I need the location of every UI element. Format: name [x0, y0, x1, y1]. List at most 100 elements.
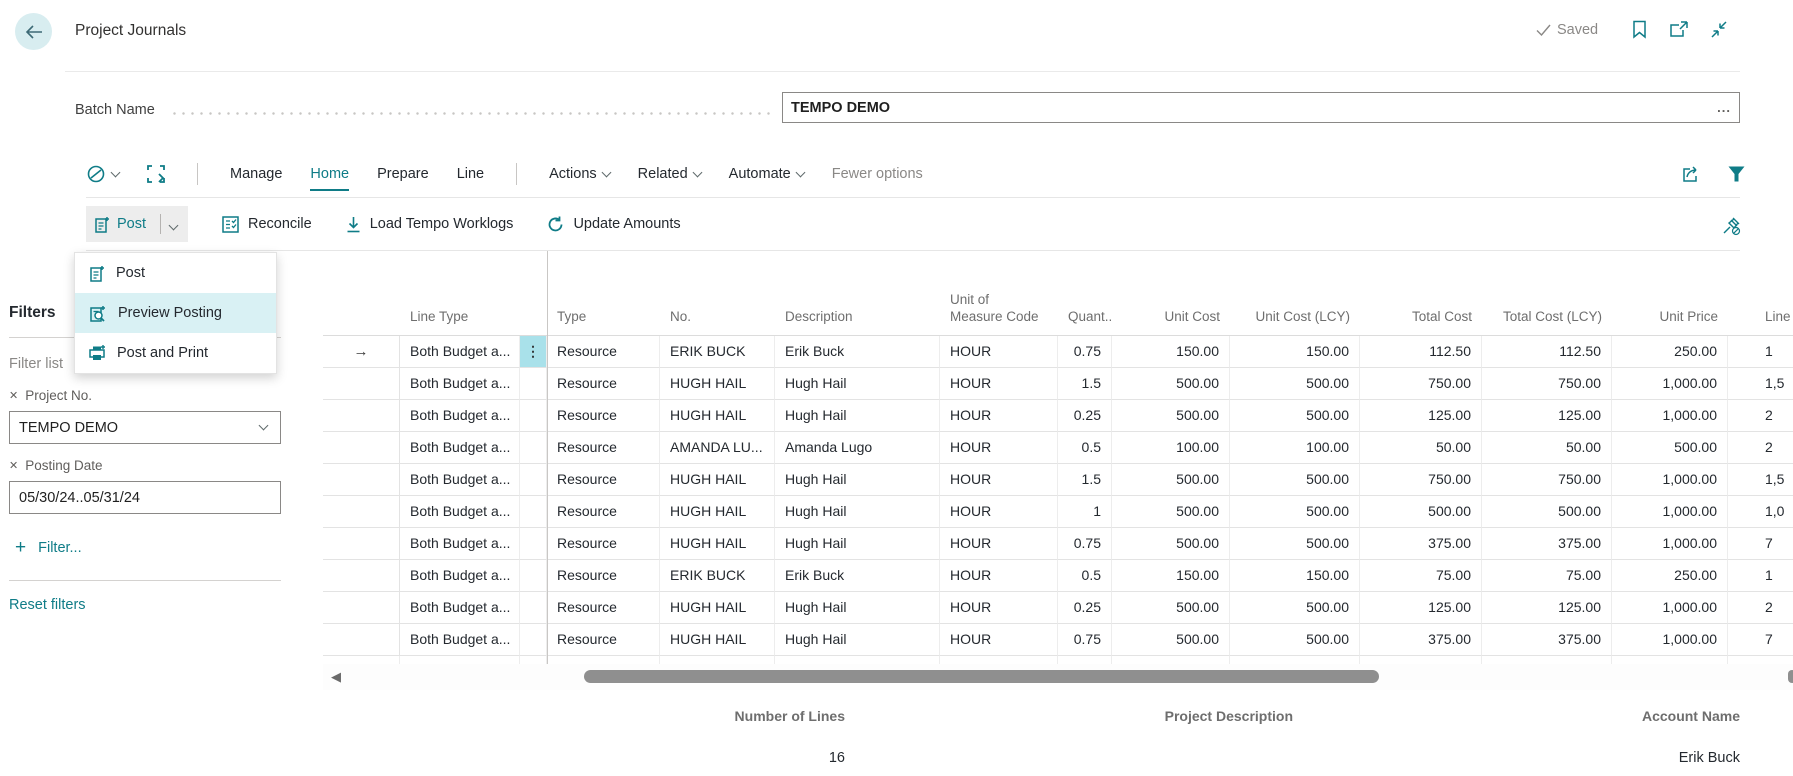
cell-total_cost[interactable]: 125.00: [1360, 400, 1482, 432]
cell-total_cost_lcy[interactable]: 750.00: [1482, 368, 1612, 400]
cell-type[interactable]: Resource: [547, 560, 660, 592]
cell-qty[interactable]: 0.75: [1058, 336, 1112, 368]
column-header-unit_cost[interactable]: Unit Cost: [1112, 251, 1230, 335]
cell-line_type[interactable]: Both Budget a...: [400, 560, 520, 592]
cell-line_amount[interactable]: 1,5: [1728, 368, 1793, 400]
cell-total_cost_lcy[interactable]: 750.00: [1482, 464, 1612, 496]
column-header-unit_cost_lcy[interactable]: Unit Cost (LCY): [1230, 251, 1360, 335]
cell-no[interactable]: HUGH HAIL: [660, 528, 775, 560]
unpin-icon[interactable]: [1722, 216, 1742, 236]
cell-qty[interactable]: 0.5: [1058, 432, 1112, 464]
menu-fewer-options[interactable]: Fewer options: [832, 166, 923, 182]
cell-no[interactable]: HUGH HAIL: [660, 496, 775, 528]
cell-no[interactable]: ERIK BUCK: [660, 336, 775, 368]
menu-line[interactable]: Line: [457, 166, 484, 182]
cell-unit_cost[interactable]: 500.00: [1112, 528, 1230, 560]
batch-name-input[interactable]: TEMPO DEMO ...: [782, 92, 1740, 123]
cell-line_type[interactable]: Both Budget a...: [400, 528, 520, 560]
cell-qty[interactable]: 0.75: [1058, 624, 1112, 656]
cell-unit_price[interactable]: 1,000.00: [1612, 464, 1728, 496]
cell-unit_price[interactable]: 1,000.00: [1612, 624, 1728, 656]
row-select-cell[interactable]: [323, 496, 400, 528]
remove-filter-icon[interactable]: ✕: [9, 389, 18, 402]
batch-assist-edit-button[interactable]: ...: [1717, 103, 1731, 113]
cell-description[interactable]: Erik Buck: [775, 560, 940, 592]
cell-unit_cost_lcy[interactable]: 500.00: [1230, 400, 1360, 432]
column-header-no[interactable]: No.: [660, 251, 775, 335]
cell-unit_cost_lcy[interactable]: 500.00: [1230, 624, 1360, 656]
column-header-type[interactable]: Type: [547, 251, 660, 335]
cell-type[interactable]: Resource: [547, 464, 660, 496]
cell-line_amount[interactable]: 2: [1728, 400, 1793, 432]
cell-uom[interactable]: HOUR: [940, 528, 1058, 560]
column-header-qty[interactable]: Quant...: [1058, 251, 1112, 335]
cell-qty[interactable]: 1: [1058, 496, 1112, 528]
cell-total_cost[interactable]: 750.00: [1360, 368, 1482, 400]
cell-line_amount[interactable]: 1: [1728, 560, 1793, 592]
cell-line_type[interactable]: Both Budget a...: [400, 592, 520, 624]
cell-line_amount[interactable]: 7: [1728, 528, 1793, 560]
cell-qty[interactable]: 1.5: [1058, 368, 1112, 400]
cell-type[interactable]: Resource: [547, 528, 660, 560]
cell-type[interactable]: Resource: [547, 336, 660, 368]
cell-description[interactable]: Hugh Hail: [775, 400, 940, 432]
cell-type[interactable]: Resource: [547, 432, 660, 464]
cell-total_cost_lcy[interactable]: 375.00: [1482, 528, 1612, 560]
cell-uom[interactable]: HOUR: [940, 336, 1058, 368]
cell-no[interactable]: HUGH HAIL: [660, 624, 775, 656]
cell-unit_price[interactable]: 1,000.00: [1612, 400, 1728, 432]
open-in-new-window-icon[interactable]: [1669, 21, 1688, 38]
column-header-total_cost[interactable]: Total Cost: [1360, 251, 1482, 335]
cell-unit_cost[interactable]: 500.00: [1112, 368, 1230, 400]
cell-qty[interactable]: 1.5: [1058, 464, 1112, 496]
horizontal-scrollbar[interactable]: ◀: [323, 664, 1793, 690]
row-menu-icon[interactable]: [520, 560, 547, 592]
cell-total_cost[interactable]: 125.00: [1360, 592, 1482, 624]
cell-total_cost_lcy[interactable]: 125.00: [1482, 592, 1612, 624]
menu-item-post[interactable]: Post: [75, 253, 276, 293]
cell-unit_price[interactable]: 1,000.00: [1612, 528, 1728, 560]
cell-uom[interactable]: HOUR: [940, 592, 1058, 624]
add-filter-button[interactable]: + Filter...: [15, 540, 82, 556]
cell-total_cost[interactable]: 500.00: [1360, 496, 1482, 528]
cell-qty[interactable]: 0.25: [1058, 400, 1112, 432]
cell-type[interactable]: Resource: [547, 496, 660, 528]
row-menu-icon[interactable]: [520, 368, 547, 400]
cell-line_amount[interactable]: 2: [1728, 432, 1793, 464]
cell-unit_cost_lcy[interactable]: 500.00: [1230, 592, 1360, 624]
cell-unit_price[interactable]: 1,000.00: [1612, 368, 1728, 400]
share-icon[interactable]: [1682, 165, 1702, 183]
cell-qty[interactable]: 0.25: [1058, 592, 1112, 624]
back-button[interactable]: [15, 13, 52, 50]
cell-total_cost_lcy[interactable]: 112.50: [1482, 336, 1612, 368]
cell-uom[interactable]: HOUR: [940, 400, 1058, 432]
cell-unit_price[interactable]: 1,000.00: [1612, 592, 1728, 624]
menu-related[interactable]: Related: [638, 166, 701, 182]
selected-row-arrow[interactable]: →: [323, 336, 400, 368]
cell-uom[interactable]: HOUR: [940, 496, 1058, 528]
cell-unit_price[interactable]: 1,000.00: [1612, 496, 1728, 528]
cell-line_amount[interactable]: 1,5: [1728, 464, 1793, 496]
reconcile-button[interactable]: Reconcile: [222, 216, 312, 233]
cell-description[interactable]: Amanda Lugo: [775, 432, 940, 464]
cell-total_cost[interactable]: 112.50: [1360, 336, 1482, 368]
cell-description[interactable]: Hugh Hail: [775, 528, 940, 560]
cell-total_cost_lcy[interactable]: 75.00: [1482, 560, 1612, 592]
cell-line_type[interactable]: Both Budget a...: [400, 624, 520, 656]
cell-description[interactable]: Hugh Hail: [775, 592, 940, 624]
column-header-uom[interactable]: Unit of Measure Code: [940, 251, 1058, 335]
row-menu-icon[interactable]: [520, 496, 547, 528]
cell-type[interactable]: Resource: [547, 624, 660, 656]
update-amounts-button[interactable]: Update Amounts: [547, 216, 680, 233]
load-tempo-worklogs-button[interactable]: Load Tempo Worklogs: [346, 216, 514, 233]
row-select-cell[interactable]: [323, 528, 400, 560]
cell-total_cost[interactable]: 750.00: [1360, 464, 1482, 496]
row-select-cell[interactable]: [323, 560, 400, 592]
cell-uom[interactable]: HOUR: [940, 464, 1058, 496]
menu-item-preview-posting[interactable]: Preview Posting: [75, 293, 276, 333]
reset-filters-link[interactable]: Reset filters: [9, 597, 86, 613]
menu-manage[interactable]: Manage: [230, 166, 282, 182]
chevron-down-icon[interactable]: [259, 421, 269, 431]
collapse-icon[interactable]: [1710, 21, 1728, 38]
bookmark-icon[interactable]: [1632, 20, 1647, 39]
